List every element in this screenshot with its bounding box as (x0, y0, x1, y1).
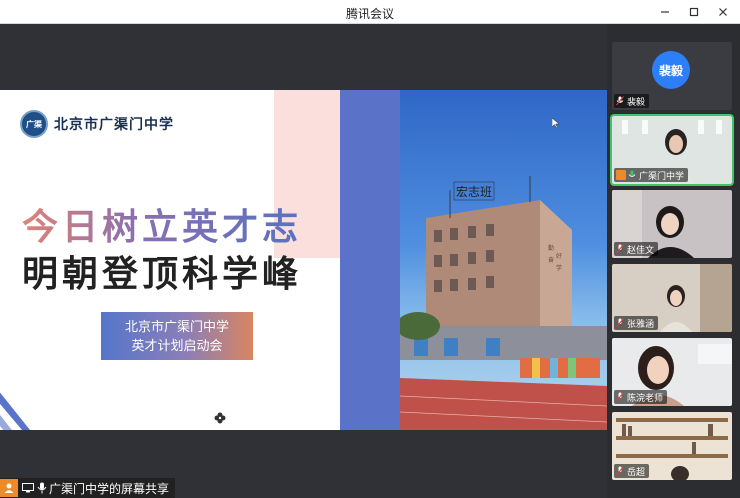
school-logo: 广渠 北京市广渠门中学 (20, 110, 174, 138)
minimize-icon (661, 11, 669, 13)
participant-tile-peiyi[interactable]: 裴毅 裴毅 (612, 42, 732, 110)
presentation-slide: 广渠 北京市广渠门中学 今日树立英才志 明朝登顶科学峰 北京市广渠门中学 英才计… (0, 90, 607, 430)
participant-tile-zhaojiawen[interactable]: 赵佳文 (612, 190, 732, 258)
participant-avatar: 裴毅 (652, 51, 690, 89)
microphone-icon (37, 482, 47, 494)
slogan-line-1: 今日树立英才志 (22, 198, 302, 250)
participant-name: 赵佳文 (627, 244, 655, 255)
maximize-icon (689, 7, 699, 17)
participant-namebar: 广渠门中学 (614, 168, 689, 182)
participant-tile-zhangyahan[interactable]: 张雅涵 (612, 264, 732, 332)
minimize-button[interactable] (654, 2, 676, 22)
microphone-muted-icon (616, 466, 624, 476)
participant-tile-yuechao[interactable]: 岳超 (612, 412, 732, 480)
school-building-photo: 宏志班 勤奋好学 (400, 90, 607, 430)
participant-tile-chenhuan[interactable]: 陈浣老师 (612, 338, 732, 406)
svg-text:学: 学 (556, 264, 562, 272)
flower-icon (214, 412, 226, 424)
participant-name: 裴毅 (627, 96, 646, 107)
participant-name: 广渠门中学 (639, 170, 685, 181)
microphone-muted-icon (616, 392, 624, 402)
school-seal-icon: 广渠 (20, 110, 48, 138)
participant-namebar: 张雅涵 (614, 316, 659, 330)
participant-namebar: 陈浣老师 (614, 390, 668, 404)
slide-blue-band (340, 90, 400, 430)
event-line-1: 北京市广渠门中学 (124, 319, 229, 334)
participant-namebar: 裴毅 (614, 94, 650, 108)
svg-text:奋: 奋 (548, 256, 554, 264)
participant-name: 陈浣老师 (627, 392, 664, 403)
maximize-button[interactable] (683, 2, 705, 22)
user-icon (616, 170, 626, 180)
event-title-box: 北京市广渠门中学 英才计划启动会 (101, 312, 253, 360)
meeting-window: 腾讯会议 广渠 北京市广渠门中学 今日树立英才志 明朝登顶科学峰 北京市广渠门中… (0, 0, 740, 498)
close-icon (719, 8, 727, 16)
microphone-muted-icon (616, 96, 624, 106)
participant-namebar: 岳超 (614, 464, 650, 478)
participant-name: 岳超 (627, 466, 646, 477)
window-title: 腾讯会议 (345, 7, 394, 21)
screen-share-indicator[interactable]: 广渠门中学的屏幕共享 (0, 478, 176, 498)
microphone-icon (628, 170, 636, 177)
participant-tile-guangqumen[interactable]: 广渠门中学 (610, 114, 734, 186)
user-icon (0, 479, 18, 497)
building-illustration: 宏志班 勤奋好学 (400, 176, 607, 430)
slogan-line-2: 明朝登顶科学峰 (22, 254, 303, 295)
screen-share-area[interactable]: 广渠 北京市广渠门中学 今日树立英才志 明朝登顶科学峰 北京市广渠门中学 英才计… (0, 24, 607, 498)
event-line-2: 英才计划启动会 (131, 338, 223, 353)
screen-share-label: 广渠门中学的屏幕共享 (49, 481, 170, 496)
close-button[interactable] (712, 2, 734, 22)
building-sign-text: 宏志班 (456, 184, 492, 199)
participant-name: 张雅涵 (627, 318, 655, 329)
microphone-muted-icon (616, 318, 624, 328)
screen-share-icon (22, 483, 34, 493)
microphone-muted-icon (616, 244, 624, 254)
slide-stripe-decoration (0, 392, 30, 430)
participant-namebar: 赵佳文 (614, 242, 659, 256)
school-name: 北京市广渠门中学 (54, 117, 174, 133)
share-letterbox-top (0, 24, 607, 90)
mouse-pointer-icon (552, 118, 560, 128)
title-bar: 腾讯会议 (0, 0, 740, 24)
svg-text:好: 好 (556, 252, 562, 260)
participants-panel: 裴毅 裴毅 广渠门中学 赵佳文 张雅涵 陈浣老师 岳超 (607, 24, 740, 498)
svg-text:勤: 勤 (548, 244, 554, 252)
